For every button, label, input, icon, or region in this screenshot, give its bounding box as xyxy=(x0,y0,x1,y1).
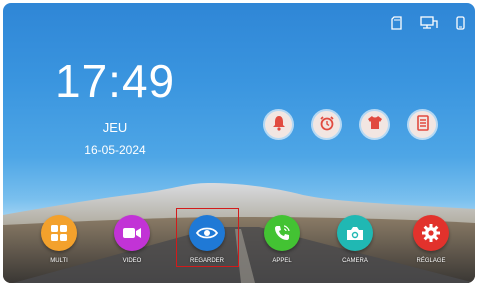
app-label: REGARDER xyxy=(189,258,224,264)
alarm-clock-icon xyxy=(319,115,335,135)
grid-icon xyxy=(41,215,77,251)
shirt-button[interactable] xyxy=(361,111,388,138)
app-dock: MULTI VIDEO REGARDER APPEL CAMERA RÉGLAG… xyxy=(3,215,475,275)
shirt-icon xyxy=(367,115,383,134)
app-reglage[interactable]: RÉGLAGE xyxy=(394,215,468,264)
status-bar xyxy=(391,16,465,30)
eye-icon xyxy=(189,215,225,251)
phone-icon xyxy=(456,16,465,30)
app-label: RÉGLAGE xyxy=(416,258,446,264)
list-icon xyxy=(416,114,429,135)
alarm-button[interactable] xyxy=(313,111,340,138)
app-video[interactable]: VIDEO xyxy=(95,215,169,264)
clock-day: JEU xyxy=(102,120,128,135)
app-label: APPEL xyxy=(272,258,292,264)
gear-icon xyxy=(413,215,449,251)
app-multi[interactable]: MULTI xyxy=(22,215,96,264)
bell-icon xyxy=(272,115,286,135)
phone-call-icon xyxy=(264,215,300,251)
app-regarder[interactable]: REGARDER xyxy=(170,215,244,264)
app-label: MULTI xyxy=(50,258,68,264)
sd-card-icon xyxy=(391,16,402,30)
camera-icon xyxy=(337,215,373,251)
app-label: CAMERA xyxy=(342,258,368,264)
app-appel[interactable]: APPEL xyxy=(245,215,319,264)
clock-date: 16-05-2024 xyxy=(84,143,146,157)
list-button[interactable] xyxy=(409,111,436,138)
quick-actions xyxy=(265,111,436,138)
network-icon xyxy=(420,16,438,30)
app-label: VIDEO xyxy=(122,258,142,264)
bell-button[interactable] xyxy=(265,111,292,138)
home-screen: 17:49 JEU 16-05-2024 MULTI VIDEO REGARDE… xyxy=(3,3,475,283)
clock-time: 17:49 xyxy=(55,55,176,107)
app-camera[interactable]: CAMERA xyxy=(318,215,392,264)
video-icon xyxy=(114,215,150,251)
